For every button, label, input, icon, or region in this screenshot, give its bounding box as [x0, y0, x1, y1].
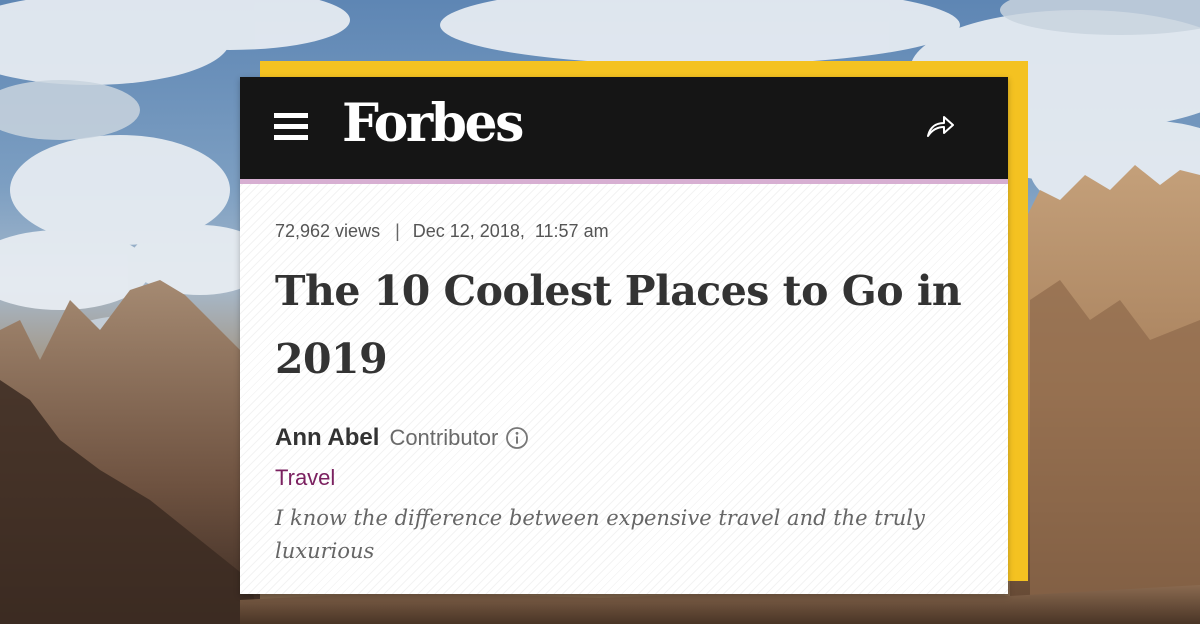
author-tagline: I know the difference between expensive … [275, 506, 925, 563]
author-name[interactable]: Ann Abel [275, 424, 379, 452]
hamburger-menu-icon[interactable] [274, 113, 308, 141]
forbes-header-bar: Forbes [240, 77, 1008, 184]
article-title: The 10 Coolest Places to Go in 2019 [275, 267, 962, 383]
article-card: Forbes 72,962 views | Dec 12, 2018, 11:57 … [240, 77, 1008, 594]
share-arrow-icon[interactable] [924, 112, 956, 140]
author-role: Contributor [389, 425, 499, 450]
publish-time: 11:57 am [534, 221, 609, 241]
view-count: 72,962 views [275, 221, 381, 241]
publish-date: Dec 12, 2018, [412, 221, 525, 241]
info-circle-icon[interactable] [505, 426, 529, 450]
channel-link-travel[interactable]: Travel [275, 465, 335, 491]
page-canvas: Forbes 72,962 views | Dec 12, 2018, 11:57 … [0, 0, 1200, 624]
article-meta: 72,962 views | Dec 12, 2018, 11:57 am [275, 221, 609, 242]
forbes-logo[interactable]: Forbes [342, 89, 524, 159]
meta-separator: | [395, 221, 400, 241]
author-byline: Ann Abel Contributor [275, 424, 529, 452]
